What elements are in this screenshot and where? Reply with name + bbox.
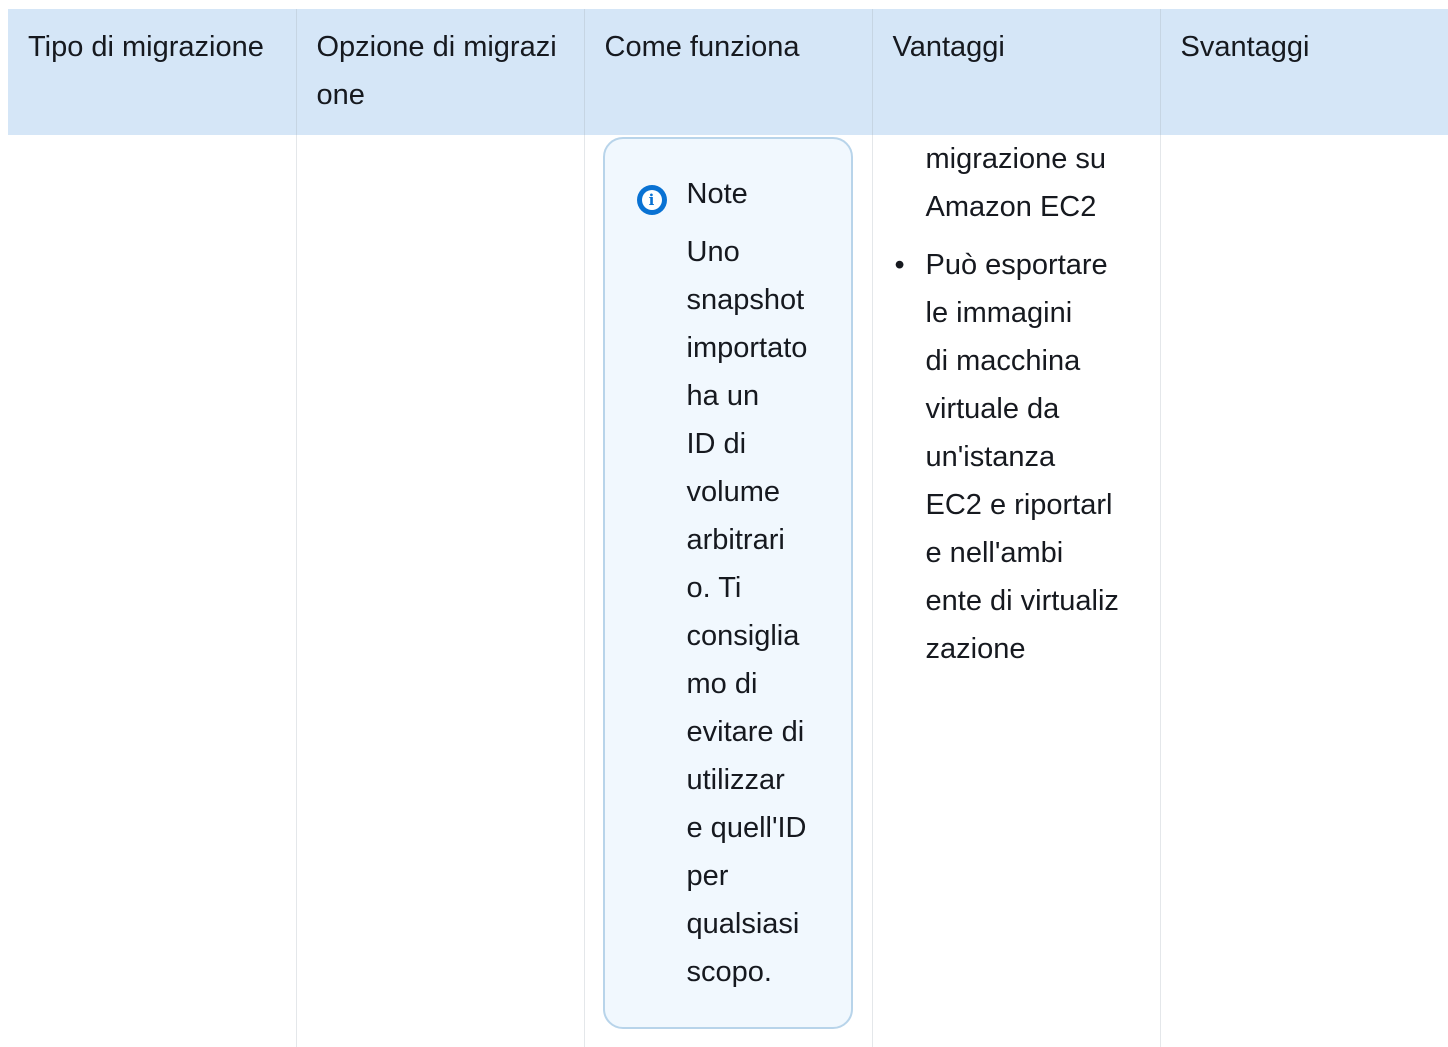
cell-vantaggi: migrazione su Amazon EC2 • Può esportare … — [872, 135, 1161, 1047]
header-tipo-migrazione: Tipo di migrazione — [8, 9, 297, 135]
header-opzione-migrazione: Opzione di migrazione — [296, 9, 585, 135]
table-header: Tipo di migrazione Opzione di migrazione… — [8, 9, 1448, 135]
list-item-text: Può esportare le immagini di macchina vi… — [925, 249, 1119, 665]
migration-table-container: Tipo di migrazione Opzione di migrazione… — [8, 9, 1448, 1047]
table-body: i Note Uno snapshot importato ha un ID d… — [8, 135, 1448, 1047]
header-vantaggi: Vantaggi — [872, 9, 1161, 135]
vantaggi-list: • Può esportare le immagini di macchina v… — [893, 241, 1160, 673]
note-callout: i Note Uno snapshot importato ha un ID d… — [602, 137, 853, 1029]
note-title: Note — [686, 178, 748, 210]
migration-table: Tipo di migrazione Opzione di migrazione… — [8, 9, 1448, 1047]
info-icon: i — [636, 185, 667, 215]
list-item: • Può esportare le immagini di macchina v… — [893, 241, 1160, 673]
cell-tipo-migrazione — [8, 135, 297, 1047]
cell-opzione-migrazione — [296, 135, 585, 1047]
header-svantaggi: Svantaggi — [1160, 9, 1448, 135]
cell-come-funziona: i Note Uno snapshot importato ha un ID d… — [584, 135, 873, 1047]
bullet-icon: • — [894, 249, 905, 281]
vantaggi-continued-text: migrazione su Amazon EC2 — [925, 143, 1107, 223]
note-body: Uno snapshot importato ha un ID di volum… — [686, 236, 808, 988]
header-row: Tipo di migrazione Opzione di migrazione… — [8, 9, 1448, 135]
header-come-funziona: Come funziona — [584, 9, 873, 135]
cell-svantaggi — [1160, 135, 1448, 1047]
table-row: i Note Uno snapshot importato ha un ID d… — [8, 135, 1448, 1047]
